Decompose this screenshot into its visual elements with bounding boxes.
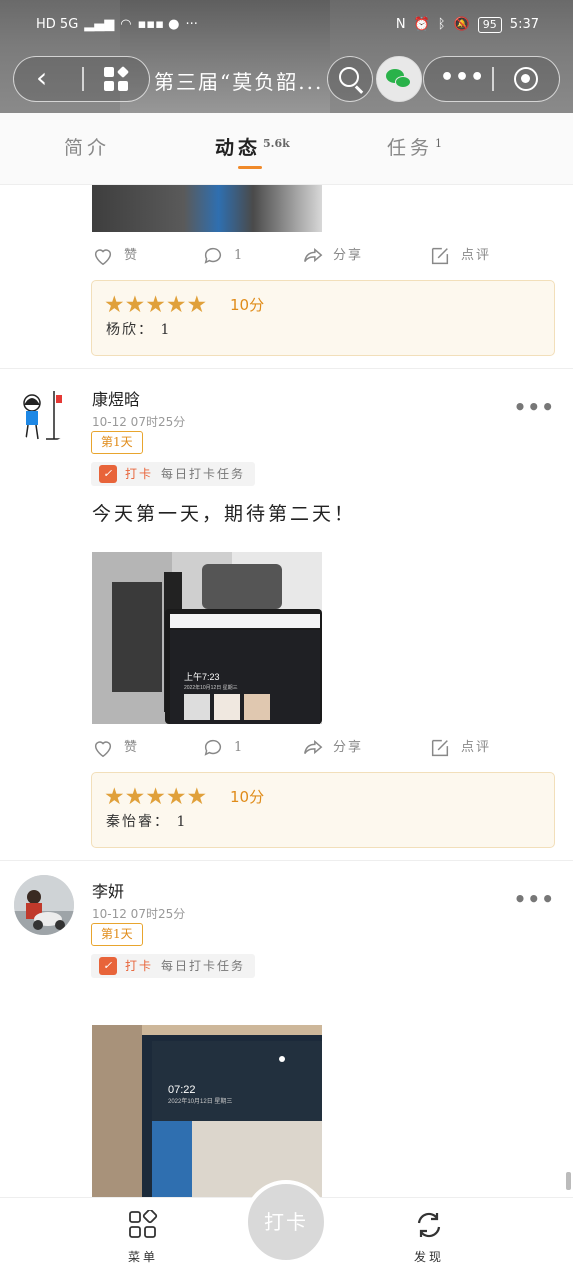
post-time: 10-12 07时25分: [92, 415, 186, 429]
tab-label: 任务: [387, 137, 434, 159]
avatar[interactable]: [14, 383, 74, 443]
tab-intro[interactable]: 简介: [64, 133, 110, 160]
avatar[interactable]: [14, 875, 74, 935]
checkin-button[interactable]: 打卡: [244, 1180, 328, 1264]
comment-icon: [204, 247, 222, 264]
close-miniapp-icon[interactable]: [514, 67, 538, 91]
rating-score: 10分: [230, 296, 265, 314]
photo-date-text: 2022年10月12日 星期三: [184, 684, 238, 691]
apps-grid-icon[interactable]: [104, 65, 130, 93]
scrollbar[interactable]: [566, 1172, 571, 1190]
tab-badge: 1: [435, 136, 443, 150]
discover-label: 发现: [413, 1250, 444, 1264]
tab-label: 动态: [215, 137, 262, 159]
tab-badge: 5.6k: [263, 136, 290, 150]
battery-indicator: 95: [477, 17, 502, 33]
rater-name: 杨欣： 1: [106, 322, 172, 338]
nav-capsule: ‹: [13, 56, 150, 102]
edit-icon: [431, 247, 449, 265]
menu-button[interactable]: 菜单: [113, 1204, 173, 1264]
username[interactable]: 康煜晗: [92, 386, 140, 410]
photo-date-text: 2022年10月12日 星期三: [168, 1097, 232, 1105]
capsule-divider: [492, 67, 494, 91]
discover-button[interactable]: 发现: [399, 1204, 459, 1264]
wifi-icon: ◠: [120, 17, 132, 32]
more-options-icon[interactable]: •••: [514, 395, 555, 419]
miniapp-capsule: •••: [423, 56, 560, 102]
tab-activity[interactable]: 动态 5.6k: [215, 133, 290, 160]
wechat-button[interactable]: [376, 56, 422, 102]
day-tag: 第1天: [91, 923, 143, 946]
post-photo[interactable]: [92, 185, 322, 232]
username[interactable]: 李妍: [92, 878, 124, 902]
checkin-calendar-icon: [99, 957, 117, 975]
rating-box: ★★★★★ 10分 秦怡睿： 1: [91, 772, 555, 848]
page-title: 第三届“莫负韶...: [154, 70, 324, 94]
heart-icon: [94, 249, 112, 266]
search-icon: [339, 67, 359, 87]
post-actions: 赞 1 分享 点评: [0, 243, 573, 273]
post-photo[interactable]: 上午7:23 2022年10月12日 星期三: [92, 552, 322, 724]
tab-label: 简介: [64, 137, 111, 159]
share-icon: [304, 247, 323, 263]
heart-icon: [94, 741, 112, 758]
comment-icon: [204, 739, 222, 756]
rating-score: 10分: [230, 788, 265, 806]
status-bar: HD 5G ▂▄▆ ◠ ▪▪▪ ● ··· N ⏰ ᛒ 🔕 95 5:37: [0, 0, 573, 52]
rating-stars: ★★★★★: [104, 784, 208, 810]
search-button[interactable]: [327, 56, 373, 102]
photo-clock-text: 上午7:23: [184, 671, 220, 682]
post-time: 10-12 07时25分: [92, 907, 186, 921]
day-tag: 第1天: [91, 431, 143, 454]
menu-label: 菜单: [127, 1250, 158, 1264]
task-tag[interactable]: 打卡每日打卡任务: [91, 954, 256, 978]
tab-bar: 简介 动态 5.6k 任务 1: [0, 113, 573, 185]
clock: 5:37: [509, 17, 539, 32]
post-separator: [0, 860, 573, 861]
active-tab-indicator: [238, 166, 262, 169]
activity-feed[interactable]: 赞 1 分享 点评 ★★★★★ 10分 杨欣： 1 康煜晗 10-12 07时2…: [0, 185, 573, 1197]
post-photo[interactable]: 07:22 2022年10月12日 星期三: [92, 1025, 322, 1197]
back-arrow-icon[interactable]: ‹: [36, 64, 60, 93]
more-notifications-icon: ···: [185, 17, 198, 32]
app-notification-icons: ▪▪▪ ●: [137, 17, 180, 32]
signal-icon: ▂▄▆: [84, 17, 115, 32]
edit-icon: [431, 739, 449, 757]
rating-box: ★★★★★ 10分 杨欣： 1: [91, 280, 555, 356]
share-icon: [304, 739, 323, 755]
more-options-icon[interactable]: •••: [514, 887, 555, 911]
post-content: 今天第一天，期待第二天！: [92, 503, 357, 525]
alarm-icon: ⏰: [413, 17, 430, 32]
mute-icon: 🔕: [453, 17, 470, 32]
rater-name: 秦怡睿： 1: [106, 814, 188, 830]
menu-grid-icon: [129, 1208, 158, 1238]
capsule-divider: [82, 67, 84, 91]
post-actions: 赞 1 分享 点评: [0, 735, 573, 765]
tab-tasks[interactable]: 任务 1: [387, 133, 442, 160]
more-options-icon[interactable]: •••: [440, 67, 485, 89]
checkin-calendar-icon: [99, 465, 117, 483]
rating-stars: ★★★★★: [104, 292, 208, 318]
bluetooth-icon: ᛒ: [437, 17, 446, 32]
photo-clock-text: 07:22: [168, 1084, 196, 1096]
top-bar: HD 5G ▂▄▆ ◠ ▪▪▪ ● ··· N ⏰ ᛒ 🔕 95 5:37 ‹ …: [0, 0, 573, 113]
post-separator: [0, 368, 573, 369]
network-indicator: HD 5G: [36, 17, 79, 32]
refresh-icon: [417, 1212, 441, 1238]
task-tag[interactable]: 打卡每日打卡任务: [91, 462, 256, 486]
nfc-icon: N: [395, 17, 406, 32]
